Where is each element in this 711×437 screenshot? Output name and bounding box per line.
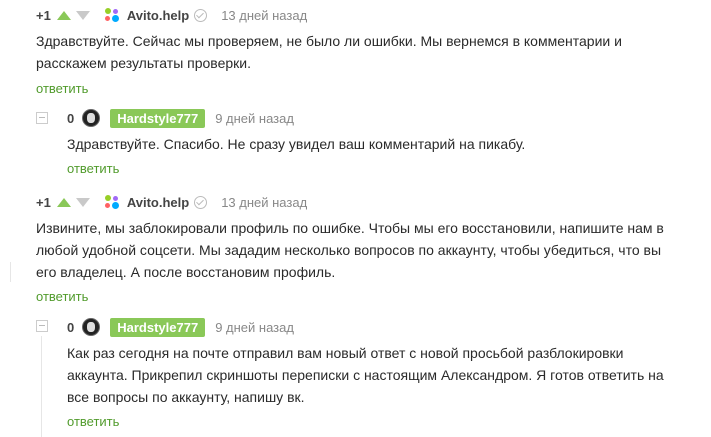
collapse-thread-button[interactable] <box>36 320 48 332</box>
reply-link[interactable]: ответить <box>67 161 119 176</box>
avito-logo-icon <box>104 195 119 209</box>
comment-text-line: Извините, мы заблокировали профиль по ош… <box>36 220 664 236</box>
thread-line[interactable] <box>10 262 11 282</box>
comment-rating: +1 <box>36 194 51 210</box>
comment-text-line: Как раз сегодня на почте отправил вам но… <box>67 345 624 361</box>
comment-header: +1 Avito.help 13 дней назад <box>36 192 307 212</box>
comment-text-line: любой удобной соцсети. Мы зададим нескол… <box>36 242 662 258</box>
comment-header: 0 Hardstyle777 9 дней назад <box>67 317 294 337</box>
comment-author[interactable]: Avito.help <box>127 195 189 210</box>
comment-text-line: Здравствуйте. Сейчас мы проверяем, не бы… <box>36 33 622 49</box>
comment-date[interactable]: 9 дней назад <box>215 320 294 335</box>
comment-rating: 0 <box>67 110 75 126</box>
upvote-icon[interactable] <box>56 197 71 207</box>
comment-text: Извините, мы заблокировали профиль по ош… <box>36 217 664 283</box>
comment-text: Здравствуйте. Спасибо. Не сразу увидел в… <box>67 133 525 155</box>
comment-author[interactable]: Hardstyle777 <box>110 108 206 128</box>
comment-rating: 0 <box>67 319 75 335</box>
reply-link[interactable]: ответить <box>36 289 88 304</box>
verified-icon <box>194 195 208 209</box>
downvote-icon[interactable] <box>75 197 90 207</box>
comment-author[interactable]: Hardstyle777 <box>110 317 206 337</box>
comment-text-line: все вопросы по аккаунту, напишу вк. <box>67 389 305 405</box>
comment-header: +1 Avito.help 13 дней назад <box>36 5 307 25</box>
comment-header: 0 Hardstyle777 9 дней назад <box>67 108 294 128</box>
avatar[interactable] <box>82 109 101 127</box>
comment-text: Здравствуйте. Сейчас мы проверяем, не бы… <box>36 30 622 74</box>
downvote-icon[interactable] <box>75 10 90 20</box>
comment-text-line: расскажем результаты проверки. <box>36 55 251 71</box>
reply-link[interactable]: ответить <box>36 81 88 96</box>
comment-text: Как раз сегодня на почте отправил вам но… <box>67 342 664 408</box>
collapse-thread-button[interactable] <box>36 112 48 124</box>
comment-date[interactable]: 13 дней назад <box>221 8 307 23</box>
avito-logo-icon <box>104 8 119 22</box>
comment-text-line: аккаунта. Прикрепил скриншоты переписки … <box>67 367 664 383</box>
comment-text-line: Здравствуйте. Спасибо. Не сразу увидел в… <box>67 136 526 152</box>
comment-date[interactable]: 13 дней назад <box>221 195 307 210</box>
verified-icon <box>194 8 208 22</box>
comment-author[interactable]: Avito.help <box>127 8 189 23</box>
comment-rating: +1 <box>36 7 51 23</box>
thread-line[interactable] <box>41 336 42 437</box>
reply-link[interactable]: ответить <box>67 414 119 429</box>
comment-date[interactable]: 9 дней назад <box>215 111 294 126</box>
comment-text-line: его владелец. А после восстановим профил… <box>36 264 336 280</box>
avatar[interactable] <box>82 318 101 336</box>
upvote-icon[interactable] <box>56 10 71 20</box>
